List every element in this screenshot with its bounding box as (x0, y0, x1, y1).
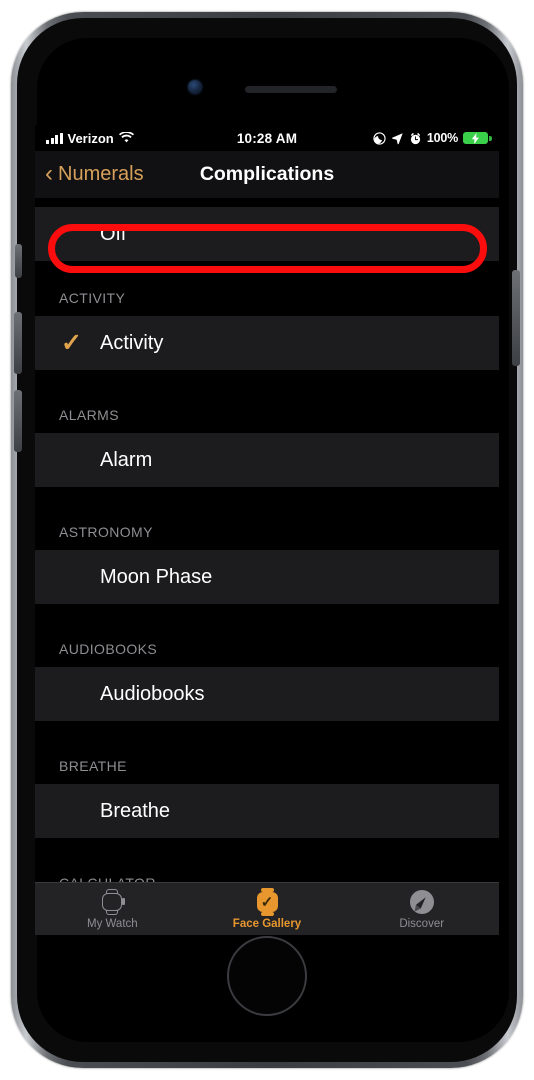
checkmark-icon: ✓ (61, 329, 82, 357)
complications-list: Off ACTIVITY ✓ Activity ALARMS Alarm AST… (35, 207, 499, 901)
list-item-label: Alarm (100, 448, 153, 471)
do-not-disturb-icon (373, 131, 386, 145)
section-gap (35, 487, 499, 495)
list-item-label: Breathe (100, 799, 171, 822)
lightning-bolt-icon (471, 132, 479, 144)
watch-face-icon: ✓ (256, 888, 278, 916)
section-header-audiobooks: AUDIOBOOKS (35, 612, 499, 667)
back-button-label: Numerals (58, 163, 144, 185)
section-gap (35, 721, 499, 729)
power-button[interactable] (512, 270, 520, 366)
back-button[interactable]: ‹ Numerals (35, 159, 144, 187)
list-item-moon-phase[interactable]: Moon Phase (35, 550, 499, 604)
location-arrow-icon (391, 132, 403, 144)
section-header-astronomy: ASTRONOMY (35, 495, 499, 550)
volume-down-button[interactable] (14, 390, 22, 452)
tab-label: My Watch (86, 918, 138, 930)
alarm-clock-icon (410, 132, 420, 144)
section-gap (35, 370, 499, 378)
tab-face-gallery[interactable]: ✓ Face Gallery (190, 883, 345, 935)
list-item-label: Audiobooks (100, 682, 205, 705)
list-item-breathe[interactable]: Breathe (35, 784, 499, 838)
compass-icon (409, 888, 434, 916)
list-item-audiobooks[interactable]: Audiobooks (35, 667, 499, 721)
battery-charging-icon (463, 132, 492, 144)
tab-label: Face Gallery (232, 918, 302, 930)
mute-switch-button[interactable] (15, 244, 22, 278)
section-gap (35, 838, 499, 846)
watch-outline-icon (102, 888, 126, 916)
tab-bar: My Watch ✓ Face Gallery Discover (35, 882, 499, 935)
list-item-label: Moon Phase (100, 565, 213, 588)
list-item-activity[interactable]: ✓ Activity (35, 316, 499, 370)
tab-my-watch[interactable]: My Watch (35, 883, 190, 935)
battery-percent-label: 100% (426, 131, 458, 145)
screenshot-root: Verizon 10:28 AM 100% ‹ Numerals Complic… (0, 0, 534, 1080)
volume-up-button[interactable] (14, 312, 22, 374)
home-button[interactable] (227, 936, 307, 1016)
list-item-label: Activity (100, 331, 164, 354)
chevron-left-icon: ‹ (45, 159, 53, 187)
navigation-bar: ‹ Numerals Complications (35, 151, 499, 199)
status-bar: Verizon 10:28 AM 100% (35, 125, 499, 151)
section-header-activity: ACTIVITY (35, 261, 499, 316)
earpiece-speaker (245, 86, 337, 93)
list-item-alarm[interactable]: Alarm (35, 433, 499, 487)
list-item-off[interactable]: Off (35, 207, 499, 261)
section-gap (35, 604, 499, 612)
phone-screen: Verizon 10:28 AM 100% ‹ Numerals Complic… (35, 125, 499, 935)
section-header-alarms: ALARMS (35, 378, 499, 433)
front-camera-icon (188, 80, 202, 94)
list-item-label: Off (100, 222, 127, 245)
tab-label: Discover (399, 918, 445, 930)
status-bar-right: 100% (373, 131, 492, 145)
section-header-breathe: BREATHE (35, 729, 499, 784)
tab-discover[interactable]: Discover (344, 883, 499, 935)
